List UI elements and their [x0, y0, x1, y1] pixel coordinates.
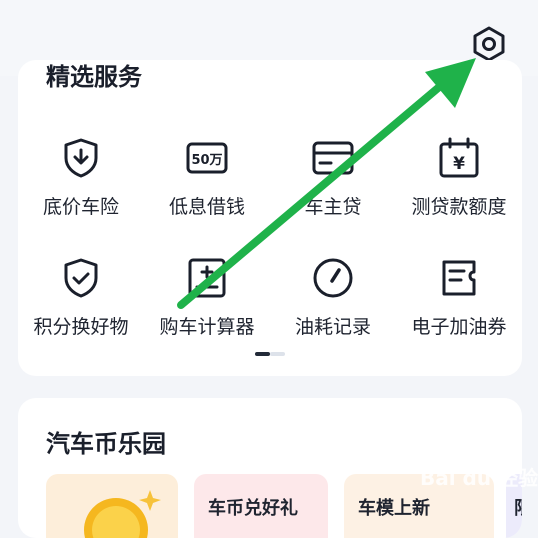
- service-fuel-record[interactable]: 油耗记录: [270, 256, 396, 339]
- service-low-interest-loan[interactable]: 50万 低息借钱: [144, 136, 270, 219]
- service-label: 购车计算器: [159, 316, 255, 338]
- service-label: 低息借钱: [168, 196, 245, 218]
- service-fuel-coupon[interactable]: 电子加油券: [396, 256, 522, 339]
- service-label: 车主贷: [304, 196, 362, 218]
- gauge-icon: [313, 258, 353, 298]
- shield-check-icon: [64, 258, 98, 298]
- service-label: 电子加油券: [411, 316, 507, 338]
- featured-services-card: 精选服务 底价车险 50万 低息借钱 车主贷 ¥ 测贷款额度 积分换好物 购车计…: [18, 60, 522, 376]
- service-label: 测贷款额度: [411, 196, 507, 218]
- icon-text: 50万: [191, 153, 222, 168]
- service-car-calculator[interactable]: 购车计算器: [144, 256, 270, 339]
- page-dot-active: [255, 352, 270, 356]
- watermark: Bai du 经验: [420, 466, 538, 490]
- promo-coin-exchange[interactable]: 车币兑好礼: [194, 474, 328, 538]
- promo-coin-card[interactable]: [46, 474, 178, 538]
- calculator-icon: [188, 258, 226, 298]
- promo-label: 限: [514, 494, 522, 520]
- icon-text: ¥: [453, 154, 465, 174]
- promo-label: 车币兑好礼: [208, 498, 298, 519]
- service-car-insurance[interactable]: 底价车险: [18, 136, 144, 219]
- promo-label: 车模上新: [358, 498, 430, 519]
- service-label: 积分换好物: [33, 316, 129, 338]
- 50wan-icon: 50万: [186, 142, 228, 174]
- coin-icon: [84, 490, 161, 538]
- service-owner-loan[interactable]: 车主贷: [270, 136, 396, 219]
- service-loan-quota[interactable]: ¥ 测贷款额度: [396, 136, 522, 219]
- page-indicator: [255, 352, 285, 356]
- service-label: 油耗记录: [294, 316, 371, 338]
- service-label: 底价车险: [42, 196, 119, 218]
- page-dot: [270, 352, 285, 356]
- calendar-yuan-icon: ¥: [439, 137, 479, 178]
- section-title: 汽车币乐园: [46, 430, 166, 458]
- coupon-icon: [442, 260, 476, 296]
- section-title: 精选服务: [46, 63, 142, 91]
- shield-download-icon: [64, 138, 98, 178]
- card-icon: [312, 141, 354, 175]
- service-points-exchange[interactable]: 积分换好物: [18, 256, 144, 339]
- settings-gear-icon[interactable]: [471, 26, 507, 62]
